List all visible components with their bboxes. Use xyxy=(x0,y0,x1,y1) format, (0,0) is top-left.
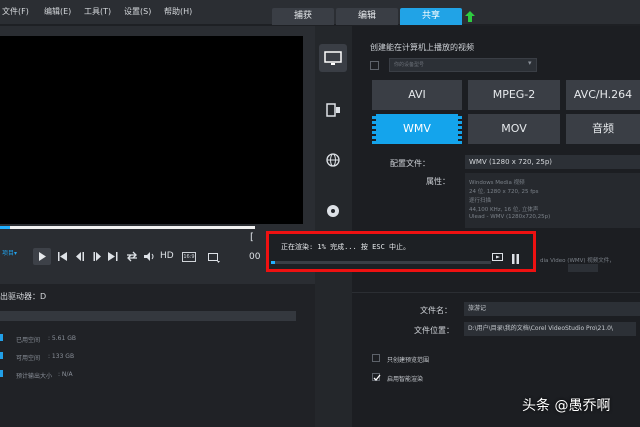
estimated-size-value: : N/A xyxy=(58,371,73,378)
device-select[interactable]: 你的设备型号 xyxy=(389,58,537,72)
chevron-down-icon[interactable]: ▾ xyxy=(528,59,532,67)
divider xyxy=(352,292,640,293)
device-checkbox[interactable] xyxy=(370,61,379,70)
film-strip-left xyxy=(372,114,376,144)
free-space-marker xyxy=(0,352,3,359)
globe-icon xyxy=(326,153,340,167)
volume-icon[interactable] xyxy=(143,251,155,262)
profile-label: 配置文件： xyxy=(390,159,430,168)
next-frame-icon[interactable] xyxy=(92,252,102,261)
format-mov-button[interactable]: MOV xyxy=(468,114,560,144)
estimated-size-label: 预计输出大小 xyxy=(16,373,53,380)
tab-share[interactable]: 共享 xyxy=(400,8,462,25)
free-space-label: 可用空间 xyxy=(16,355,41,362)
menu-file[interactable]: 文件(F) xyxy=(2,6,29,17)
playhead[interactable] xyxy=(0,226,10,229)
free-space-value: : 133 GB xyxy=(48,353,75,360)
hd-toggle[interactable]: HD xyxy=(160,251,174,261)
attribute-line: 逐行扫描 xyxy=(469,198,492,204)
attributes-label: 属性： xyxy=(426,177,450,186)
attribute-line: Ulead - WMV (1280x720,25p) xyxy=(469,214,551,220)
filename-input[interactable]: 旅游记 xyxy=(464,302,640,316)
play-icon xyxy=(39,252,46,261)
video-preview xyxy=(0,36,303,224)
timecode-fragment: 00 xyxy=(249,252,261,262)
menu-help[interactable]: 帮助(H) xyxy=(164,6,192,17)
mark-in-icon[interactable]: [ xyxy=(250,232,254,243)
render-progress-bar xyxy=(271,261,491,264)
window-size-icon[interactable] xyxy=(208,253,220,263)
monitor-icon xyxy=(324,51,342,65)
checkmark-icon xyxy=(373,374,381,381)
watermark: 头条 @愚乔啊 xyxy=(522,398,611,414)
used-space-value: : 5.61 GB xyxy=(48,335,76,342)
timeline-scrubber[interactable] xyxy=(0,226,255,229)
filename-label: 文件名： xyxy=(420,306,452,315)
sidebar-item-disc[interactable] xyxy=(319,197,347,225)
format-wmv-button[interactable]: WMV xyxy=(372,114,462,144)
drive-usage-bar xyxy=(0,311,296,321)
share-category-sidebar xyxy=(315,26,352,427)
upload-arrow-icon[interactable] xyxy=(465,11,475,22)
disc-icon xyxy=(327,205,339,217)
share-heading: 创建能在计算机上播放的视频 xyxy=(370,43,474,52)
film-strip-right xyxy=(458,114,462,144)
menu-edit[interactable]: 编辑(E) xyxy=(44,6,71,17)
menu-tools[interactable]: 工具(T) xyxy=(84,6,111,17)
aspect-ratio-button[interactable]: 16:9 xyxy=(182,252,196,262)
format-description: dia Video (WMV) 视频文件， xyxy=(540,258,615,264)
attribute-line: Windows Media 视频 xyxy=(469,180,525,186)
sidebar-item-computer[interactable] xyxy=(319,44,347,72)
used-space-label: 已用空间 xyxy=(16,337,41,344)
location-input[interactable]: D:\用户\目录\我的文档\Corel VideoStudio Pro\21.0… xyxy=(464,322,636,336)
end-icon[interactable] xyxy=(108,252,118,261)
tab-capture[interactable]: 捕获 xyxy=(272,8,334,25)
device-icon xyxy=(326,103,340,117)
attribute-line: 24 位, 1280 x 720, 25 fps xyxy=(469,189,539,195)
attribute-line: 44,100 KHz, 16 位, 立体声 xyxy=(469,207,539,213)
output-drive-label: 出驱动器：D xyxy=(0,292,47,301)
pause-icon[interactable] xyxy=(510,254,521,264)
used-space-marker xyxy=(0,334,3,341)
render-status-text: 正在渲染: 1% 完成... 按 ESC 中止。 xyxy=(281,243,411,251)
format-audio-button[interactable]: 音频 xyxy=(566,114,640,144)
tab-edit[interactable]: 编辑 xyxy=(336,8,398,25)
smart-render-checkbox[interactable] xyxy=(372,373,381,381)
more-button[interactable] xyxy=(568,264,598,272)
preview-toggle-icon[interactable] xyxy=(492,253,504,263)
sidebar-item-device[interactable] xyxy=(319,96,347,124)
play-button[interactable] xyxy=(33,248,51,265)
profile-select[interactable]: WMV (1280 x 720, 25p) xyxy=(465,155,640,169)
project-mode-label[interactable]: 项目▾ xyxy=(2,248,17,257)
format-mpeg2-button[interactable]: MPEG-2 xyxy=(468,80,560,110)
partial-preview-checkbox[interactable] xyxy=(372,354,380,362)
prev-frame-icon[interactable] xyxy=(76,252,86,261)
sidebar-item-web[interactable] xyxy=(319,146,347,174)
repeat-icon[interactable] xyxy=(126,251,138,262)
render-progress-fill xyxy=(271,261,275,264)
estimated-size-marker xyxy=(0,370,3,377)
menu-settings[interactable]: 设置(S) xyxy=(124,6,151,17)
location-label: 文件位置： xyxy=(414,326,454,335)
home-icon[interactable] xyxy=(58,252,68,261)
partial-preview-label: 只创建预览范围 xyxy=(387,357,430,364)
format-avi-button[interactable]: AVI xyxy=(372,80,462,110)
smart-render-label: 启用智能渲染 xyxy=(387,376,424,383)
format-avc-button[interactable]: AVC/H.264 xyxy=(566,80,640,110)
